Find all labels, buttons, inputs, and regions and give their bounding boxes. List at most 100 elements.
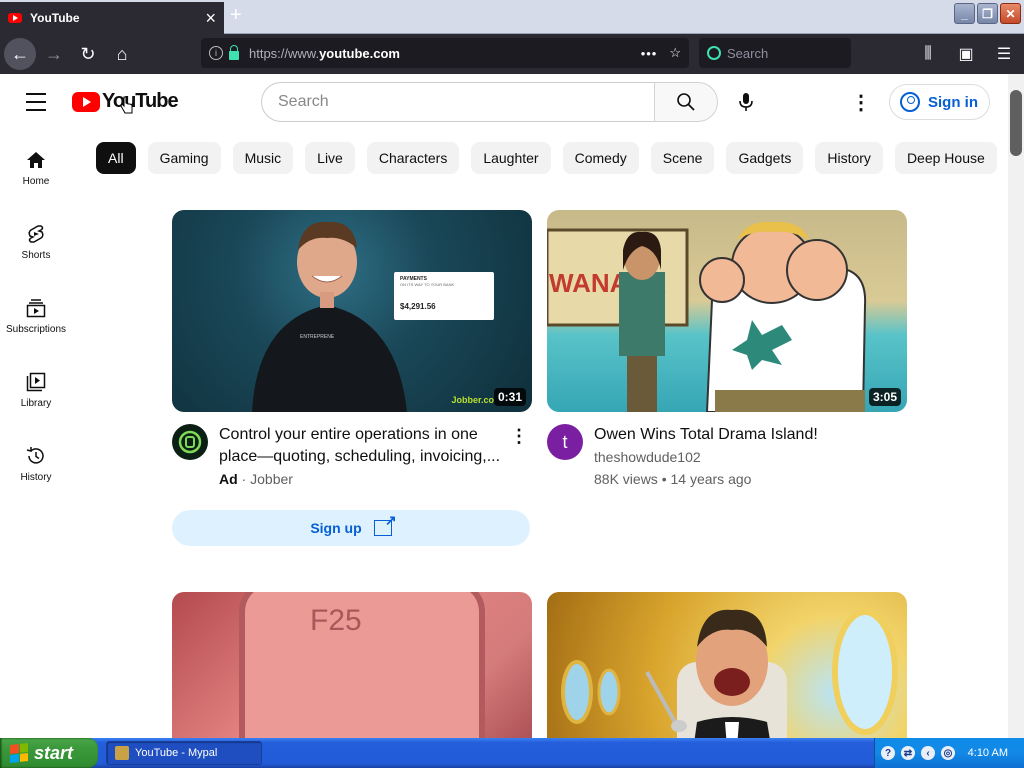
- sidebar-item-home[interactable]: Home: [0, 130, 72, 204]
- forward-button[interactable]: →: [38, 38, 70, 70]
- restore-button[interactable]: ❐: [977, 3, 998, 24]
- close-window-button[interactable]: ✕: [1000, 3, 1021, 24]
- voice-search-button[interactable]: [728, 84, 764, 120]
- youtube-play-icon: [72, 91, 100, 112]
- account-icon: [900, 92, 920, 112]
- chip-all[interactable]: All: [96, 142, 136, 174]
- url-text: https://www.youtube.com: [249, 45, 400, 61]
- video-thumbnail[interactable]: ENTREPRENE PAYMENTS ON ITS WAY TO YOUR B…: [172, 210, 532, 412]
- tab-title: YouTube: [30, 11, 80, 25]
- sidebar-item-label: Subscriptions: [5, 324, 67, 335]
- video-title[interactable]: Owen Wins Total Drama Island!: [594, 424, 818, 446]
- lock-icon[interactable]: [229, 44, 239, 60]
- window-controls: _ ❐ ✕: [954, 3, 1021, 24]
- url-bar[interactable]: i https://www.youtube.com ••• ☆: [201, 38, 689, 68]
- search-button[interactable]: [654, 82, 718, 122]
- channel-avatar-theshowdude102[interactable]: t: [547, 424, 583, 460]
- hand-cursor-icon: [121, 96, 133, 114]
- chip-characters[interactable]: Characters: [366, 142, 460, 174]
- chip-scene[interactable]: Scene: [650, 142, 715, 174]
- keycap-graphic-icon: F25: [239, 592, 485, 738]
- chip-gadgets[interactable]: Gadgets: [726, 142, 804, 174]
- search-engine-icon: [707, 46, 721, 60]
- collapse-tray-icon[interactable]: ‹: [921, 746, 935, 760]
- minimize-button[interactable]: _: [954, 3, 975, 24]
- jobber-logo-icon: [178, 430, 202, 454]
- sign-in-button[interactable]: Sign in: [889, 84, 990, 120]
- sign-up-label: Sign up: [310, 520, 362, 536]
- sidebar-item-library[interactable]: Library: [0, 352, 72, 426]
- tab-close-icon[interactable]: ×: [205, 9, 216, 27]
- video-thumbnail[interactable]: WANAKA 3:05: [547, 210, 907, 412]
- history-icon: [26, 447, 44, 464]
- channel-name[interactable]: theshowdude102: [594, 446, 818, 468]
- browser-tab[interactable]: YouTube ×: [0, 2, 224, 34]
- chip-laughter[interactable]: Laughter: [471, 142, 551, 174]
- page-actions-icon[interactable]: •••: [641, 46, 658, 61]
- video-card-ad: ENTREPRENE PAYMENTS ON ITS WAY TO YOUR B…: [172, 210, 532, 546]
- logo-text: YouTube: [102, 90, 179, 112]
- chip-gaming[interactable]: Gaming: [147, 142, 221, 174]
- system-tray: ? ⇄ ‹ ◎ 4:10 AM: [874, 738, 1024, 768]
- bookmark-star-icon[interactable]: ☆: [669, 45, 681, 61]
- new-tab-icon[interactable]: +: [230, 4, 242, 27]
- youtube-favicon-icon: [8, 13, 22, 23]
- help-icon[interactable]: ?: [881, 746, 895, 760]
- home-icon: [27, 152, 45, 168]
- ad-byline: Ad · Jobber: [219, 471, 293, 487]
- library-icon[interactable]: ⫼: [914, 40, 942, 68]
- browser-toolbar: ← → ↻ ⌂ i https://www.youtube.com ••• ☆ …: [0, 34, 1024, 74]
- sign-up-button[interactable]: Sign up: [172, 510, 530, 546]
- mypal-app-icon: [115, 746, 129, 760]
- taskbar-item-mypal[interactable]: YouTube - Mypal: [106, 741, 262, 765]
- back-button[interactable]: ←: [4, 38, 36, 70]
- sidebar-item-subscriptions[interactable]: Subscriptions: [0, 278, 72, 352]
- video-thumbnail[interactable]: [547, 592, 907, 738]
- sidebar-item-history[interactable]: History: [0, 426, 72, 500]
- chip-deep-house[interactable]: Deep House: [894, 142, 997, 174]
- video-thumbnail[interactable]: F25: [172, 592, 532, 738]
- video-title[interactable]: Control your entire operations in one pl…: [219, 424, 509, 468]
- network-icon[interactable]: ⇄: [901, 746, 915, 760]
- windows-logo-icon: [10, 743, 28, 763]
- home-button[interactable]: ⌂: [106, 38, 138, 70]
- svg-text:ENTREPRENE: ENTREPRENE: [300, 334, 335, 340]
- channel-avatar-jobber[interactable]: [172, 424, 208, 460]
- menu-icon[interactable]: ☰: [990, 40, 1018, 68]
- web-search-box[interactable]: Search: [699, 38, 851, 68]
- scrollbar-thumb[interactable]: [1010, 90, 1022, 156]
- chip-history[interactable]: History: [815, 142, 883, 174]
- svg-text:F25: F25: [310, 604, 362, 637]
- security-shield-icon[interactable]: ◎: [941, 746, 955, 760]
- sidebar-item-label: Library: [20, 398, 52, 409]
- site-info-icon[interactable]: i: [209, 46, 223, 60]
- youtube-header: YouTube Search ⋮ Sign in: [0, 74, 1008, 130]
- browser-right-toolbar: ⫼ ▣ ☰: [914, 40, 1018, 68]
- video-stats: 88K views • 14 years ago: [594, 471, 752, 487]
- hamburger-menu-icon[interactable]: [26, 93, 46, 111]
- sidebar-icon[interactable]: ▣: [952, 40, 980, 68]
- sidebar-item-label: Shorts: [21, 250, 51, 261]
- chip-music[interactable]: Music: [232, 142, 294, 174]
- start-label: start: [34, 742, 74, 763]
- chip-comedy[interactable]: Comedy: [562, 142, 639, 174]
- filter-chips-bar: All Gaming Music Live Characters Laughte…: [96, 142, 1006, 174]
- web-search-placeholder: Search: [727, 45, 769, 61]
- search-input[interactable]: Search: [261, 82, 655, 122]
- video-card-owen: WANAKA 3:05 t Owen Wins Total Drama Isla…: [547, 210, 907, 490]
- video-duration: 0:31: [493, 388, 526, 406]
- sign-in-label: Sign in: [928, 93, 978, 111]
- settings-kebab-icon[interactable]: ⋮: [844, 84, 878, 120]
- system-clock[interactable]: 4:10 AM: [968, 747, 1008, 759]
- youtube-page: YouTube Search ⋮ Sign in Home Shorts Sub…: [0, 74, 1024, 738]
- video-card-3: F25: [172, 592, 532, 738]
- external-link-icon: [373, 512, 397, 536]
- chip-live[interactable]: Live: [305, 142, 355, 174]
- reload-button[interactable]: ↻: [72, 38, 104, 70]
- page-scrollbar[interactable]: [1008, 74, 1024, 738]
- video-options-icon[interactable]: ⋮: [510, 426, 528, 447]
- payment-card-graphic: PAYMENTS ON ITS WAY TO YOUR BANK $4,291.…: [394, 272, 494, 320]
- start-button[interactable]: start: [0, 738, 98, 768]
- thumbnail-brand-text: Jobber.co: [451, 395, 494, 405]
- sidebar-item-shorts[interactable]: Shorts: [0, 204, 72, 278]
